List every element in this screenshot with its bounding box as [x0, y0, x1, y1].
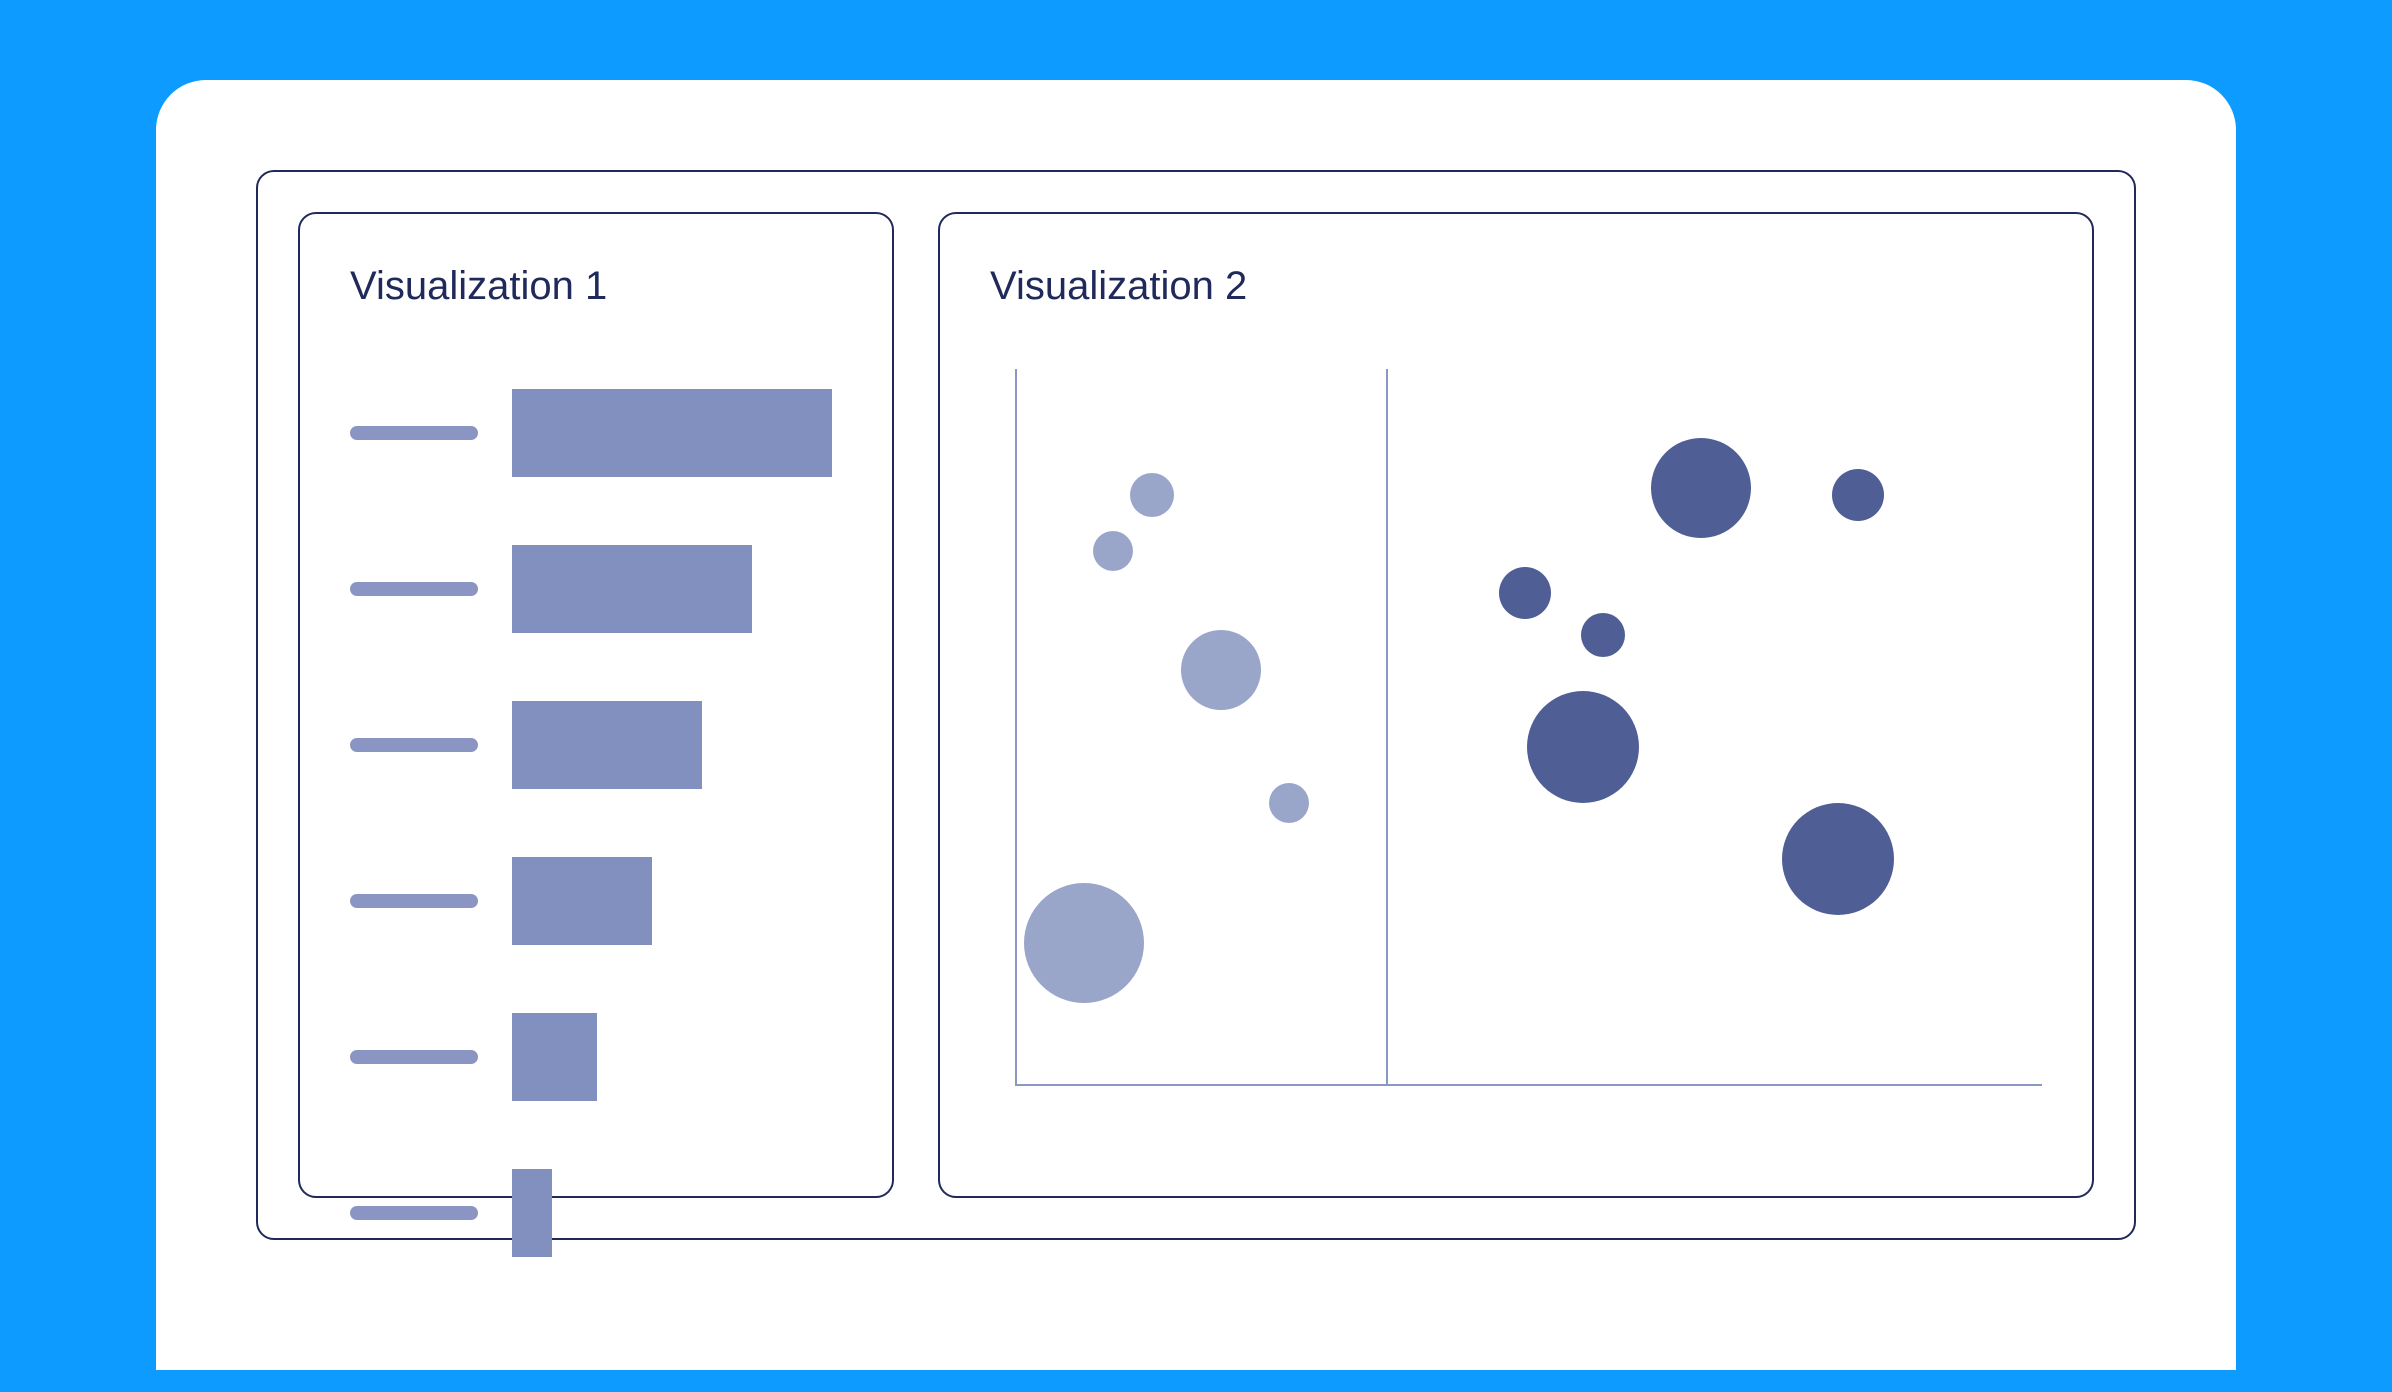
bar-label-placeholder — [350, 1206, 478, 1220]
bar — [512, 857, 652, 945]
bubble — [1181, 630, 1261, 710]
panel-visualization-1: Visualization 1 — [298, 212, 894, 1198]
y-axis — [1015, 369, 1017, 1086]
bar-row — [350, 857, 842, 945]
bar — [512, 1013, 597, 1101]
bar-label-placeholder — [350, 426, 478, 440]
panel-2-title: Visualization 2 — [990, 264, 2042, 309]
bar-row — [350, 545, 842, 633]
bubble — [1269, 783, 1309, 823]
bubble — [1499, 567, 1551, 619]
bubble — [1651, 438, 1751, 538]
bubble — [1093, 531, 1133, 571]
bar-label-placeholder — [350, 1050, 478, 1064]
panel-1-title: Visualization 1 — [350, 264, 842, 309]
bar — [512, 545, 752, 633]
bar-label-placeholder — [350, 582, 478, 596]
bar — [512, 389, 832, 477]
x-axis — [1015, 1084, 2042, 1086]
bar-row — [350, 1169, 842, 1257]
bar — [512, 1169, 552, 1257]
bar-row — [350, 701, 842, 789]
bar-row — [350, 389, 842, 477]
panel-visualization-2: Visualization 2 — [938, 212, 2094, 1198]
bar-label-placeholder — [350, 738, 478, 752]
bubble — [1782, 803, 1894, 915]
dashboard-frame: Visualization 1 Visualization 2 — [256, 170, 2136, 1240]
bubble — [1832, 469, 1884, 521]
bar-label-placeholder — [350, 894, 478, 908]
bubble — [1581, 613, 1625, 657]
bar — [512, 701, 702, 789]
bar-chart — [350, 369, 842, 1257]
bubble-chart — [990, 369, 2042, 1136]
app-window: Visualization 1 Visualization 2 — [156, 80, 2236, 1370]
bubble — [1130, 473, 1174, 517]
group-divider — [1386, 369, 1388, 1086]
bubble — [1024, 883, 1144, 1003]
bubble — [1527, 691, 1639, 803]
bar-row — [350, 1013, 842, 1101]
